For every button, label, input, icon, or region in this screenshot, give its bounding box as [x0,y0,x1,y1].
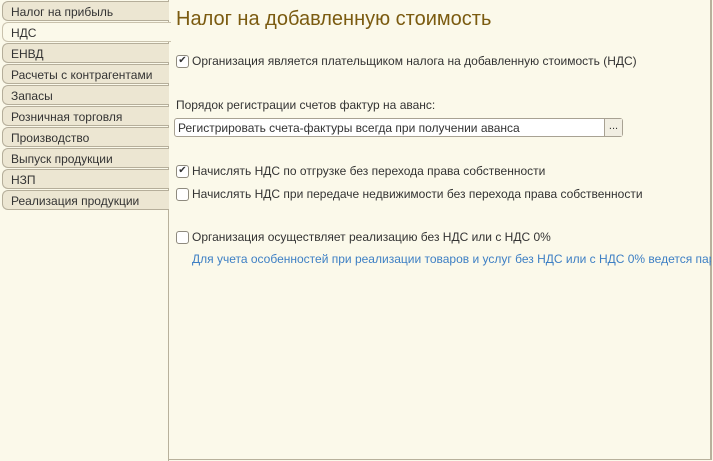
vat-payer-checkbox[interactable]: ✔ Организация является плательщиком нало… [176,54,637,68]
vat-realty-checkbox[interactable]: Начислять НДС при передаче недвижимости … [176,187,643,201]
vat-shipment-label: Начислять НДС по отгрузке без перехода п… [192,164,546,178]
empty-checkbox-icon [176,187,189,201]
tab-vat[interactable]: НДС [2,22,171,42]
tab-product-output[interactable]: Выпуск продукции [2,148,169,168]
page-title: Налог на добавленную стоимость [176,8,492,30]
tab-profit-tax[interactable]: Налог на прибыль [2,1,169,21]
tab-wip[interactable]: НЗП [2,169,169,189]
no-vat-checkbox[interactable]: Организация осуществляет реализацию без … [176,230,551,244]
checkmark-icon: ✔ [176,54,189,68]
no-vat-label: Организация осуществляет реализацию без … [192,230,551,244]
invoice-order-field[interactable]: Регистрировать счета-фактуры всегда при … [174,118,623,137]
no-vat-hint: Для учета особенностей при реализации то… [192,252,711,266]
vat-payer-label: Организация является плательщиком налога… [192,54,637,68]
vat-realty-label: Начислять НДС при передаче недвижимости … [192,187,643,201]
section-tabs: Налог на прибыль НДС ЕНВД Расчеты с конт… [0,0,171,461]
tab-product-sales[interactable]: Реализация продукции [2,190,169,210]
checkmark-icon: ✔ [176,164,189,178]
tab-counterparty-settlements[interactable]: Расчеты с контрагентами [2,64,169,84]
tab-retail[interactable]: Розничная торговля [2,106,169,126]
vat-shipment-checkbox[interactable]: ✔ Начислять НДС по отгрузке без перехода… [176,164,545,178]
tab-production[interactable]: Производство [2,127,169,147]
tab-inventory[interactable]: Запасы [2,85,169,105]
invoice-order-label: Порядок регистрации счетов фактур на ава… [176,98,436,112]
invoice-order-value[interactable]: Регистрировать счета-фактуры всегда при … [175,119,604,136]
empty-checkbox-icon [176,230,189,244]
select-button[interactable]: ... [604,119,622,136]
tab-envd[interactable]: ЕНВД [2,43,169,63]
